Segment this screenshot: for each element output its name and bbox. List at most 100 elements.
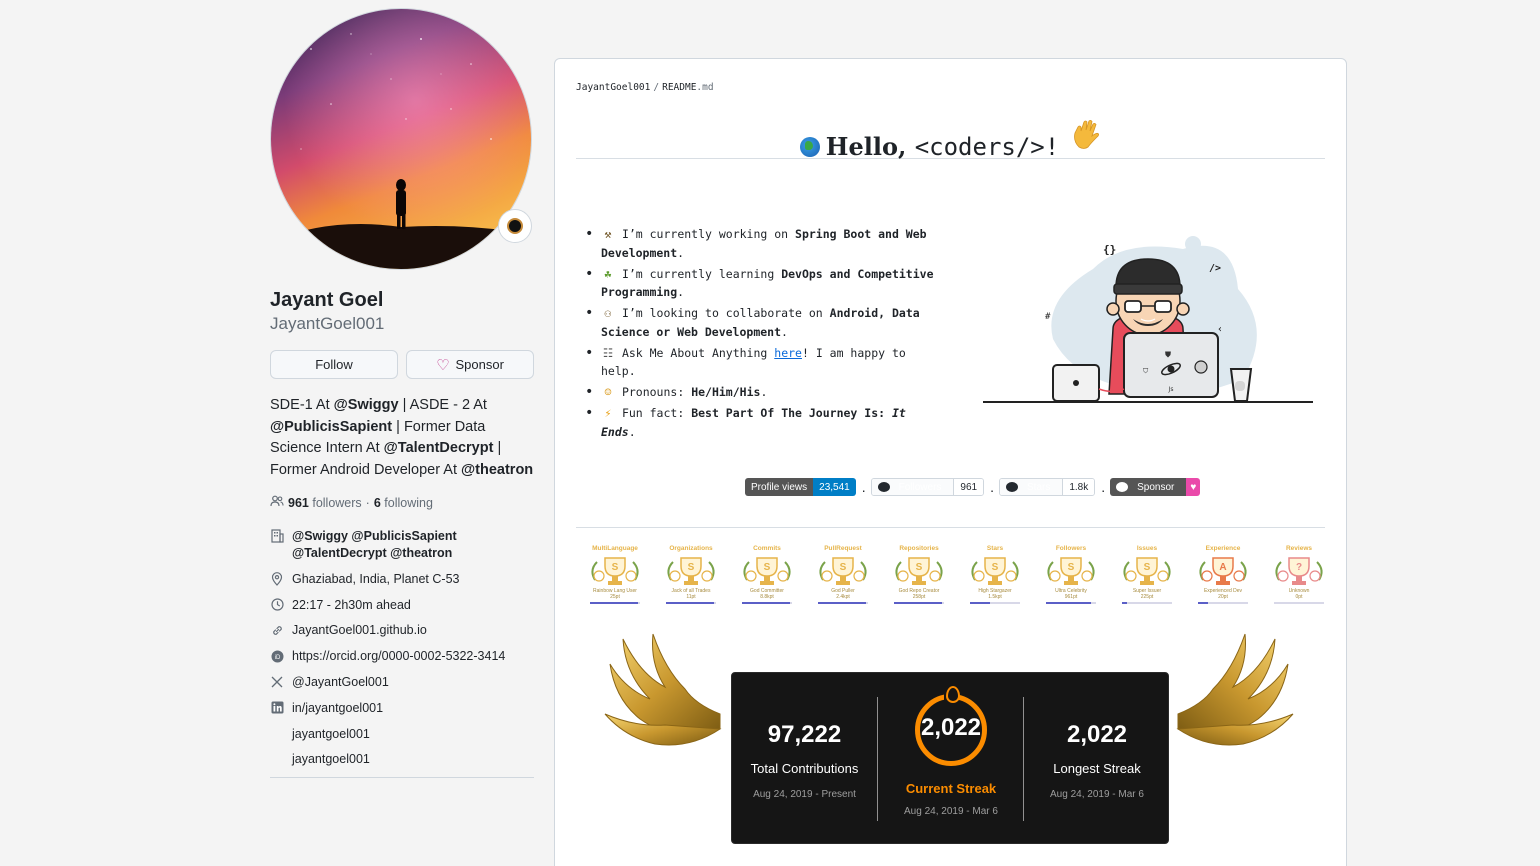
followers-link[interactable]: 961 followers: [288, 496, 362, 510]
breadcrumb-user-link[interactable]: JayantGoel001: [576, 82, 650, 93]
vcard-twitter: @JayantGoel001: [270, 674, 534, 691]
about-bold: Best Part Of The Journey Is:: [691, 406, 892, 420]
trophy-points: 2.4kpt: [836, 594, 850, 600]
following-link[interactable]: 6 following: [374, 496, 433, 510]
about-text: I’m currently working on: [621, 227, 796, 241]
svg-text:⛉: ⛉: [1143, 367, 1149, 375]
trophy-points: 1.5kpt: [988, 594, 1002, 600]
trophy-points: 0pt: [1295, 594, 1303, 600]
sponsor-label: Sponsor: [455, 357, 504, 372]
trophy-item: Repositories S God Repo Creator 258pt: [881, 545, 957, 607]
follow-button[interactable]: Follow: [270, 350, 398, 379]
trophy-item: Stars S High Stargazer 1.5kpt: [957, 545, 1033, 607]
followers-label: followers: [312, 495, 362, 510]
following-label: following: [384, 495, 433, 510]
trophy-points: 225pt: [1140, 594, 1154, 600]
longest-streak-label: Longest Streak: [1053, 761, 1141, 776]
trophy-item: MultiLanguage S Rainbow Lang User 25pt: [577, 545, 653, 607]
clock-icon: [270, 597, 284, 613]
about-text: .: [677, 285, 685, 299]
github-logo-icon: [1006, 482, 1018, 492]
streak-total-section: 97,222 Total Contributions Aug 24, 2019 …: [732, 673, 877, 845]
bio-org-mention[interactable]: @Swiggy: [334, 397, 399, 413]
website-link[interactable]: JayantGoel001.github.io: [292, 622, 427, 639]
badge-value: 1.8k: [1063, 479, 1095, 495]
bio-org-mention[interactable]: @TalentDecrypt: [384, 440, 494, 456]
stars-badge[interactable]: Stars 1.8k: [999, 478, 1096, 496]
badge-label-wrap: Sponsor: [1110, 478, 1187, 496]
about-text: .: [781, 324, 788, 339]
current-streak-range: Aug 24, 2019 - Mar 6: [904, 806, 998, 817]
profile-bio: SDE-1 At @Swiggy | ASDE - 2 At @Publicis…: [270, 395, 534, 481]
orcid-link[interactable]: https://orcid.org/0000-0002-5322-3414: [292, 648, 505, 665]
location-text: Ghaziabad, India, Planet C-53: [292, 571, 460, 586]
badge-label-wrap: Followers: [871, 479, 955, 495]
total-contributions-label: Total Contributions: [750, 761, 859, 776]
badge-separator: .: [990, 479, 994, 495]
bio-org-mention[interactable]: @theatron: [461, 462, 533, 478]
readme-card: JayantGoel001/README.md Hello, <coders/>…: [554, 58, 1347, 866]
vcard-social-1: jayantgoel001: [270, 726, 534, 743]
vcard-orgs-text[interactable]: @Swiggy @PublicisSapient @TalentDecrypt @…: [292, 528, 457, 562]
trophy-title: Experience: [1205, 545, 1241, 552]
follow-label: Follow: [315, 357, 353, 372]
trophy-title: Organizations: [669, 545, 713, 552]
local-time-text: 22:17 - 2h30m ahead: [292, 597, 411, 612]
sponsor-button[interactable]: ♡ Sponsor: [406, 350, 534, 379]
speech-bubble-icon: ☷: [602, 345, 614, 360]
profile-views-badge[interactable]: Profile views 23,541: [745, 478, 856, 496]
social-link-2[interactable]: jayantgoel001: [292, 751, 370, 768]
linkedin-icon: [270, 700, 284, 716]
about-text: Ask Me About Anything: [621, 345, 775, 360]
social-link-1[interactable]: jayantgoel001: [292, 726, 370, 743]
bio-text: | ASDE - 2 At: [398, 397, 487, 413]
total-contributions-range: Aug 24, 2019 - Present: [753, 789, 856, 800]
trophy-cup-icon: S: [815, 554, 871, 588]
followers-badge[interactable]: Followers 961: [870, 478, 985, 496]
bio-org-mention[interactable]: @PublicisSapient: [270, 419, 392, 435]
bio-text: SDE-1 At: [270, 397, 334, 413]
about-bold: He/Him/His: [691, 385, 761, 399]
trophy-title: PullRequest: [824, 545, 862, 552]
trophy-progress-bar: [590, 602, 640, 604]
trophy-item: Followers S Ultra Celebrity 961pt: [1033, 545, 1109, 607]
trophy-rank: A: [1219, 562, 1226, 573]
badge-label: Profile views: [745, 478, 814, 496]
breadcrumb-file-link[interactable]: README.md: [662, 82, 714, 93]
trophy-title: Stars: [986, 545, 1004, 552]
trophy-item: Organizations S Jack of all Trades 11pt: [653, 545, 729, 607]
orcid-icon: iD: [270, 648, 284, 664]
profile-badges: Profile views 23,541 . Followers 961 . Sta…: [745, 478, 1204, 496]
heart-icon: ♡: [436, 356, 450, 374]
linkedin-link[interactable]: in/jayantgoel001: [292, 700, 383, 717]
avatar[interactable]: [270, 8, 532, 270]
about-item-collaborate: ⚇ I’m looking to collaborate on Android,…: [585, 304, 945, 341]
trophy-rank: S: [1068, 562, 1075, 573]
github-trophies: MultiLanguage S Rainbow Lang User 25pt Organ…: [577, 545, 1337, 607]
twitter-link[interactable]: @JayantGoel001: [292, 674, 389, 691]
badge-label: Sponsor: [1137, 481, 1175, 493]
profile-name: Jayant Goel: [270, 289, 384, 311]
trophy-progress-bar: [894, 602, 944, 604]
vcard-details: @Swiggy @PublicisSapient @TalentDecrypt @…: [270, 528, 534, 768]
status-emoji-button[interactable]: [498, 209, 532, 243]
trophy-title: MultiLanguage: [592, 545, 638, 552]
avatar-container: [270, 8, 532, 270]
trophy-item: PullRequest S God Puller 2.4kpt: [805, 545, 881, 607]
sponsor-badge[interactable]: Sponsor ♥: [1110, 478, 1201, 496]
ask-me-link[interactable]: here: [774, 346, 802, 360]
orgs-line-2: @TalentDecrypt @theatron: [292, 546, 453, 560]
about-text: I’m looking to collaborate on: [621, 306, 830, 320]
trophy-cup-icon: S: [739, 554, 795, 588]
vcard-orcid: iD https://orcid.org/0000-0002-5322-3414: [270, 648, 534, 665]
breadcrumb-file-ext: .md: [696, 82, 714, 93]
trophy-cup-icon: S: [587, 554, 643, 588]
trophy-progress-bar: [1198, 602, 1248, 604]
github-logo-icon: [877, 482, 890, 492]
profile-actions: Follow ♡ Sponsor: [270, 350, 534, 379]
trophy-progress-bar: [1046, 602, 1096, 604]
github-logo-icon: [1116, 482, 1129, 492]
trophy-progress-bar: [970, 602, 1020, 604]
badge-label-wrap: Stars: [1000, 479, 1064, 495]
about-text: I’m currently learning: [621, 266, 782, 281]
